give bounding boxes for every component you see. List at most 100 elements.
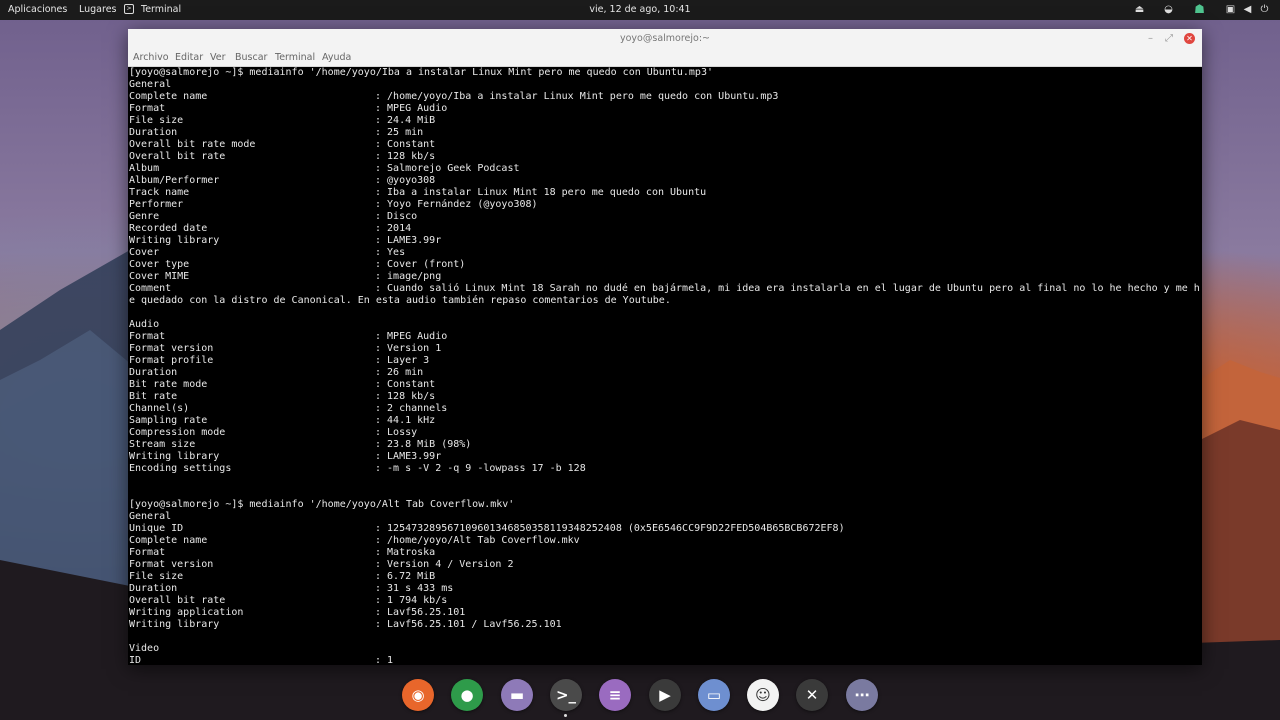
- terminal-line: File size: 24.4 MiB: [129, 115, 435, 127]
- eject-icon[interactable]: ⏏: [1134, 4, 1145, 15]
- terminal-line: Genre: Disco: [129, 211, 417, 223]
- terminal-line: Writing library : Lavf56.25.101 / Lavf56.…: [129, 619, 562, 631]
- terminal-line: ID: 1: [129, 655, 393, 665]
- field-label: Track name: [129, 187, 190, 198]
- files-icon[interactable]: ▬: [501, 679, 533, 711]
- field-label: Format profile: [129, 355, 214, 366]
- field-value: : Constant: [375, 379, 436, 390]
- field-value: : Yes: [375, 247, 406, 258]
- terminal-line: Format version: Version 1: [129, 343, 441, 355]
- menu-ayuda[interactable]: Ayuda: [322, 52, 351, 63]
- menu-terminal[interactable]: Terminal: [275, 52, 315, 63]
- volume-icon[interactable]: ◀: [1242, 4, 1253, 15]
- field-value: : -m s -V 2 -q 9 -lowpass 17 -b 128: [375, 463, 586, 474]
- terminal-line: Video: [129, 643, 160, 654]
- close-button[interactable]: ✕: [1184, 33, 1195, 44]
- clock[interactable]: vie, 12 de ago, 10:41: [0, 4, 1280, 16]
- menu-ver[interactable]: Ver: [210, 52, 226, 63]
- field-value: : Iba a instalar Linux Mint 18 pero me q…: [375, 187, 707, 198]
- field-label: Duration: [129, 127, 178, 138]
- terminal-line: Stream size: 23.8 MiB (98%): [129, 439, 471, 451]
- terminal-line: Writing library: LAME3.99r: [129, 451, 441, 463]
- terminal-line: Bit rate: 128 kb/s: [129, 391, 435, 403]
- menu-buscar[interactable]: Buscar: [235, 52, 267, 63]
- field-label: Writing library: [129, 619, 220, 630]
- field-value: : 1 794 kb/s: [375, 595, 448, 606]
- terminal-line: Overall bit rate mode: Constant: [129, 139, 435, 151]
- field-value: : 24.4 MiB: [375, 115, 436, 126]
- field-label: Album: [129, 163, 160, 174]
- field-label: Sampling rate: [129, 415, 208, 426]
- terminal-line: Format : Matroska: [129, 547, 435, 559]
- field-value: : Lossy: [375, 427, 418, 438]
- field-label: Performer: [129, 199, 184, 210]
- menu-editar[interactable]: Editar: [175, 52, 203, 63]
- field-value: : Version 1: [375, 343, 442, 354]
- terminal-line: Duration: 31 s 433 ms: [129, 583, 453, 595]
- network-app-icon[interactable]: ✕: [796, 679, 828, 711]
- chrome-icon[interactable]: ●: [451, 679, 483, 711]
- field-label: Format: [129, 103, 166, 114]
- field-label: Format: [129, 547, 166, 558]
- terminal-window: yoyo@salmorejo:~ – ⤢ ✕ Archivo Editar Ve…: [128, 29, 1202, 665]
- field-label: Format: [129, 331, 166, 342]
- terminal-line: Channel(s): 2 channels: [129, 403, 447, 415]
- field-value: : 6.72 MiB: [375, 571, 436, 582]
- field-label: Complete name: [129, 91, 208, 102]
- screen-capture-icon[interactable]: ▭: [698, 679, 730, 711]
- app-grid-icon[interactable]: ⋯: [846, 679, 878, 711]
- scrollbar[interactable]: [1199, 67, 1202, 665]
- top-panel: Aplicaciones Lugares > Terminal vie, 12 …: [0, 0, 1280, 20]
- terminal-line: Unique ID: 12547328956710960134685035811…: [129, 523, 845, 535]
- field-label: Unique ID: [129, 523, 184, 534]
- terminal-icon[interactable]: >_: [550, 679, 582, 711]
- maximize-button[interactable]: ⤢: [1165, 33, 1173, 44]
- terminal-line: Audio: [129, 319, 160, 330]
- field-label: Duration: [129, 583, 178, 594]
- field-label: Format version: [129, 559, 214, 570]
- field-label: Channel(s): [129, 403, 190, 414]
- terminal-line: Sampling rate: 44.1 kHz: [129, 415, 435, 427]
- terminal-line: Duration: 25 min: [129, 127, 423, 139]
- title-bar[interactable]: yoyo@salmorejo:~ – ⤢ ✕: [128, 29, 1202, 49]
- power-icon[interactable]: ⏻: [1259, 4, 1270, 15]
- terminal-line: Format version: Version 4 / Version 2: [129, 559, 513, 571]
- field-value: : Lavf56.25.101: [375, 607, 466, 618]
- field-label: Encoding settings: [129, 463, 232, 474]
- field-label: Writing library: [129, 235, 220, 246]
- field-value: : Lavf56.25.101 / Lavf56.25.101: [375, 619, 562, 630]
- media-player-icon[interactable]: ▶: [649, 679, 681, 711]
- field-label: Compression mode: [129, 427, 226, 438]
- terminal-output[interactable]: [yoyo@salmorejo ~]$ mediainfo '/home/yoy…: [128, 67, 1202, 665]
- field-value: : 128 kb/s: [375, 391, 436, 402]
- field-label: Overall bit rate: [129, 151, 226, 162]
- field-label: Cover type: [129, 259, 190, 270]
- terminal-line: Bit rate mode: Constant: [129, 379, 435, 391]
- network-icon[interactable]: ◒: [1163, 4, 1174, 15]
- field-value: : Yoyo Fernández (@yoyo308): [375, 199, 538, 210]
- menu-archivo[interactable]: Archivo: [133, 52, 169, 63]
- field-value: : 128 kb/s: [375, 151, 436, 162]
- ghost-icon[interactable]: ☗: [1194, 3, 1205, 15]
- field-value: : 23.8 MiB (98%): [375, 439, 472, 450]
- field-value: : Matroska: [375, 547, 436, 558]
- field-value: : LAME3.99r: [375, 451, 442, 462]
- terminal-line: File size: 6.72 MiB: [129, 571, 435, 583]
- text-editor-icon[interactable]: ≡: [599, 679, 631, 711]
- firefox-icon[interactable]: ◉: [402, 679, 434, 711]
- terminal-line: Complete name : /home/yoyo/Iba a instalar…: [129, 91, 778, 103]
- ghost-app-icon[interactable]: ☺: [747, 679, 779, 711]
- field-value: : 2014: [375, 223, 412, 234]
- terminal-line: Cover type: Cover (front): [129, 259, 465, 271]
- minimize-button[interactable]: –: [1148, 33, 1153, 44]
- running-indicator: [564, 714, 567, 717]
- field-label: Recorded date: [129, 223, 208, 234]
- field-value: : MPEG Audio: [375, 331, 448, 342]
- terminal-line: Performer : Yoyo Fernández (@yoyo308): [129, 199, 538, 211]
- screen-icon[interactable]: ▣: [1225, 4, 1236, 15]
- field-value: : /home/yoyo/Iba a instalar Linux Mint p…: [375, 91, 779, 102]
- terminal-line: Cover: Yes: [129, 247, 405, 259]
- terminal-line: [yoyo@salmorejo ~]$ mediainfo '/home/yoy…: [129, 499, 515, 510]
- field-value: : Cuando salió Linux Mint 18 Sarah no du…: [375, 283, 1200, 294]
- field-label: Cover MIME: [129, 271, 190, 282]
